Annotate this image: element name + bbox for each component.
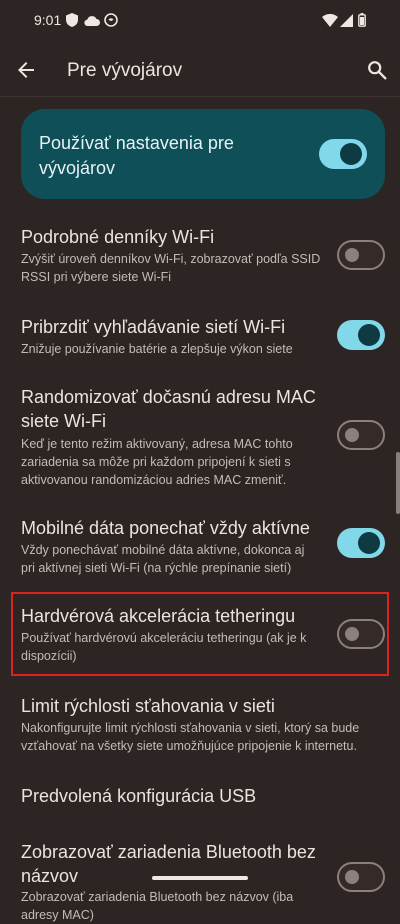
setting-subtitle: Nakonfigurujte limit rýchlosti sťahovani… (21, 721, 360, 753)
tethering-acceleration-toggle[interactable] (337, 619, 385, 649)
status-time: 9:01 (34, 12, 62, 28)
randomize-mac-toggle[interactable] (337, 420, 385, 450)
setting-randomize-mac[interactable]: Randomizovať dočasnú adresu MAC siete Wi… (0, 385, 390, 487)
battery-icon (358, 13, 366, 27)
setting-title: Hardvérová akcelerácia tetheringu (21, 606, 296, 626)
setting-title: Zobrazovať zariadenia Bluetooth bez názv… (21, 842, 316, 886)
master-toggle[interactable] (319, 139, 367, 169)
mobile-data-toggle[interactable] (337, 528, 385, 558)
app-bar: Pre vývojárov (0, 44, 400, 96)
messenger-icon (104, 13, 118, 27)
bluetooth-names-toggle[interactable] (337, 862, 385, 892)
setting-tethering-hardware-acceleration[interactable]: Hardvérová akcelerácia tetheringu Použív… (0, 602, 390, 666)
wifi-scan-throttling-toggle[interactable] (337, 320, 385, 350)
app-bar-divider (0, 96, 400, 97)
setting-subtitle: Keď je tento režim aktivovaný, adresa MA… (21, 437, 293, 487)
wifi-icon (322, 14, 338, 27)
setting-title: Predvolená konfigurácia USB (21, 786, 257, 806)
setting-download-rate-limit[interactable]: Limit rýchlosti sťahovania v sieti Nakon… (0, 692, 390, 754)
cloud-icon (84, 16, 100, 26)
search-icon[interactable] (366, 59, 388, 81)
setting-wifi-scan-throttling[interactable]: Pribrzdiť vyhľadávanie sietí Wi-Fi Znižu… (0, 312, 390, 360)
wifi-logging-toggle[interactable] (337, 240, 385, 270)
setting-subtitle: Zvýšiť úroveň denníkov Wi-Fi, zobrazovať… (21, 252, 321, 284)
master-switch-label: Používať nastavenia pre vývojárov (39, 133, 234, 178)
toggle-knob (340, 143, 362, 165)
status-bar: 9:01 (0, 0, 400, 44)
setting-subtitle: Používať hardvérovú akceleráciu tetherin… (21, 631, 307, 663)
setting-mobile-data-always-on[interactable]: Mobilné dáta ponechať vždy aktívne Vždy … (0, 513, 390, 579)
setting-title: Limit rýchlosti sťahovania v sieti (21, 696, 275, 716)
back-arrow-icon[interactable] (14, 58, 38, 82)
setting-verbose-wifi-logging[interactable]: Podrobné denníky Wi-Fi Zvýšiť úroveň den… (0, 222, 390, 288)
setting-title: Randomizovať dočasnú adresu MAC siete Wi… (21, 387, 316, 431)
navigation-handle[interactable] (152, 876, 248, 880)
developer-options-master-switch[interactable]: Používať nastavenia pre vývojárov (21, 109, 385, 199)
scrollbar[interactable] (396, 452, 400, 514)
setting-title: Mobilné dáta ponechať vždy aktívne (21, 518, 310, 538)
setting-subtitle: Zobrazovať zariadenia Bluetooth bez názv… (21, 890, 294, 922)
setting-title: Podrobné denníky Wi-Fi (21, 227, 215, 247)
setting-subtitle: Znižuje používanie batérie a zlepšuje vý… (21, 342, 293, 356)
setting-default-usb-configuration[interactable]: Predvolená konfigurácia USB (0, 782, 390, 812)
setting-subtitle: Vždy ponechávať mobilné dáta aktívne, do… (21, 543, 305, 575)
setting-title: Pribrzdiť vyhľadávanie sietí Wi-Fi (21, 317, 286, 337)
setting-show-bluetooth-without-names[interactable]: Zobrazovať zariadenia Bluetooth bez názv… (0, 840, 390, 922)
shield-icon (66, 13, 78, 27)
page-title: Pre vývojárov (67, 60, 183, 81)
signal-icon (340, 14, 353, 27)
